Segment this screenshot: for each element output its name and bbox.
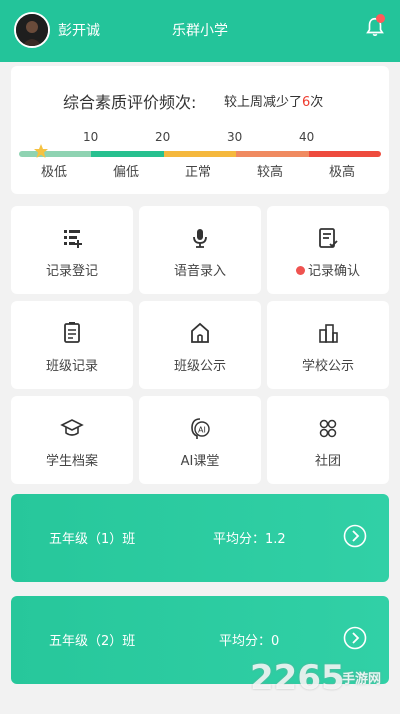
microphone-icon (193, 229, 207, 248)
tile-record-register[interactable]: 记录登记 (11, 206, 133, 294)
class-notice-icon (191, 322, 209, 343)
scale-tick: 30 (227, 130, 243, 144)
tile-ai-class[interactable]: AI AI课堂 (139, 396, 261, 484)
evaluation-frequency-card: 综合素质评价频次: 较上周减少了6次 10 20 30 40 极低 偏低 正常 … (11, 66, 389, 194)
tile-record-confirm[interactable]: 记录确认 (267, 206, 389, 294)
star-icon (34, 144, 48, 158)
compare-prefix: 较上周减少了 (224, 95, 303, 110)
tile-club[interactable]: 社团 (267, 396, 389, 484)
frequency-title: 综合素质评价频次: (63, 93, 197, 112)
tile-student-archive[interactable]: 学生档案 (11, 396, 133, 484)
record-confirm-icon (319, 228, 338, 248)
frequency-compare: 较上周减少了6次 (224, 91, 323, 110)
unread-badge (295, 266, 305, 275)
scale-segment (236, 151, 309, 157)
level-label: 极低 (41, 165, 68, 180)
level-label: 较高 (257, 165, 284, 180)
app-header: 彭开诚 乐群小学 (0, 0, 400, 62)
svg-text:AI: AI (198, 426, 206, 435)
class-average-score: 平均分：1.2 (213, 532, 286, 547)
tile-label: 班级记录 (45, 359, 98, 374)
tile-class-record[interactable]: 班级记录 (11, 301, 133, 389)
tile-label: 记录确认 (307, 264, 360, 279)
compare-suffix: 次 (310, 95, 324, 110)
school-notice-icon (319, 324, 338, 343)
class-record-icon (64, 322, 80, 343)
scale-tick: 10 (83, 130, 99, 144)
avatar[interactable] (14, 12, 50, 48)
tile-label: 社团 (314, 454, 341, 469)
graduation-cap-icon (60, 419, 84, 436)
scale-segment (91, 151, 164, 157)
club-icon (319, 419, 337, 438)
scale-segment (163, 151, 237, 157)
level-label: 极高 (329, 165, 356, 180)
tile-label: 语音录入 (173, 264, 226, 279)
class-name: 五年级（2）班 (49, 634, 136, 649)
chevron-right-icon[interactable] (343, 626, 367, 650)
ai-class-icon: AI (191, 418, 210, 439)
tile-label-wrap: 记录确认 (267, 260, 389, 279)
class-average-score: 平均分：0 (219, 634, 280, 649)
tile-label: 学校公示 (301, 359, 354, 374)
tile-label: 记录登记 (45, 264, 98, 279)
tile-label: 班级公示 (173, 359, 226, 374)
tile-label: AI课堂 (180, 454, 220, 469)
class-card-1[interactable]: 五年级（1）班 平均分：1.2 (11, 494, 389, 582)
frequency-scale-bar (19, 151, 381, 157)
watermark-logo: 2265 (250, 658, 345, 698)
tile-school-notice[interactable]: 学校公示 (267, 301, 389, 389)
tile-label: 学生档案 (45, 454, 98, 469)
level-label: 正常 (185, 165, 212, 180)
scale-tick: 40 (299, 130, 315, 144)
school-name: 乐群小学 (172, 23, 228, 39)
level-label: 偏低 (113, 165, 140, 180)
record-register-icon (64, 230, 82, 248)
watermark-sub: 手游网 (342, 672, 382, 687)
tile-class-notice[interactable]: 班级公示 (139, 301, 261, 389)
notification-badge (376, 14, 385, 23)
scale-tick: 20 (155, 130, 171, 144)
user-name: 彭开诚 (58, 23, 100, 39)
class-name: 五年级（1）班 (49, 532, 136, 547)
scale-segment (19, 151, 92, 157)
tile-voice-input[interactable]: 语音录入 (139, 206, 261, 294)
chevron-right-icon[interactable] (343, 524, 367, 548)
scale-segment (308, 151, 381, 157)
